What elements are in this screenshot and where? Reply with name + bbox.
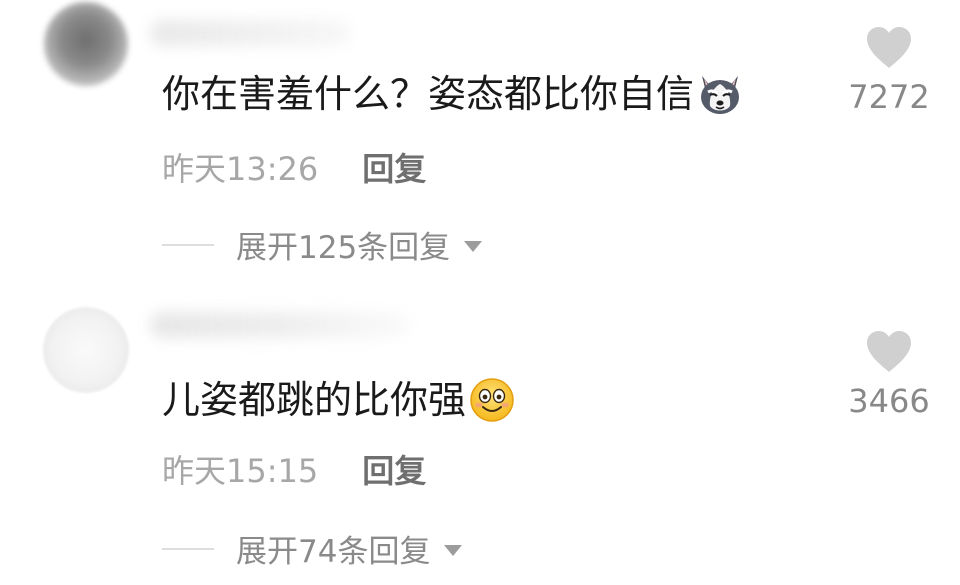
like-count: 7272 [848,78,930,116]
username-blurred[interactable] [150,312,410,338]
comment-meta: 昨天13:26 回复 [162,144,426,190]
avatar[interactable] [44,308,128,392]
like-button[interactable]: 7272 [844,26,934,116]
heart-icon [867,27,911,68]
smiling-face-emoji [470,378,514,422]
divider-line [162,243,214,246]
timestamp: 昨天13:26 [162,150,319,188]
expand-replies-button[interactable]: 展开74条回复 [162,526,463,571]
comment-item: 你在害羞什么？姿态都比你自信 昨天13:26 回复 展开125条回复 7272 [0,0,960,290]
comment-body: 你在害羞什么？姿态都比你自信 [162,72,695,116]
expand-replies-label: 展开125条回复 [236,230,451,266]
expand-replies-button[interactable]: 展开125条回复 [162,222,483,267]
heart-icon [867,331,911,372]
comment-text: 你在害羞什么？姿态都比你自信 [162,70,744,118]
comment-body: 儿姿都跳的比你强 [162,378,467,422]
comment-meta: 昨天15:15 回复 [162,446,426,492]
caret-down-icon [464,240,483,252]
timestamp: 昨天15:15 [162,452,319,490]
caret-down-icon [444,544,463,556]
avatar[interactable] [44,2,128,86]
reply-button[interactable]: 回复 [362,144,426,190]
comment-item: 儿姿都跳的比你强 昨天15:15 回复 展开74条回复 3466 [0,290,960,585]
like-button[interactable]: 3466 [844,330,934,420]
divider-line [162,547,214,550]
username-blurred[interactable] [150,20,350,46]
reply-button[interactable]: 回复 [362,446,426,492]
like-count: 3466 [848,382,930,420]
husky-face-emoji [701,76,740,114]
comment-text: 儿姿都跳的比你强 [162,376,516,424]
comment-list: 你在害羞什么？姿态都比你自信 昨天13:26 回复 展开125条回复 7272 … [0,0,960,585]
expand-replies-label: 展开74条回复 [236,534,431,570]
